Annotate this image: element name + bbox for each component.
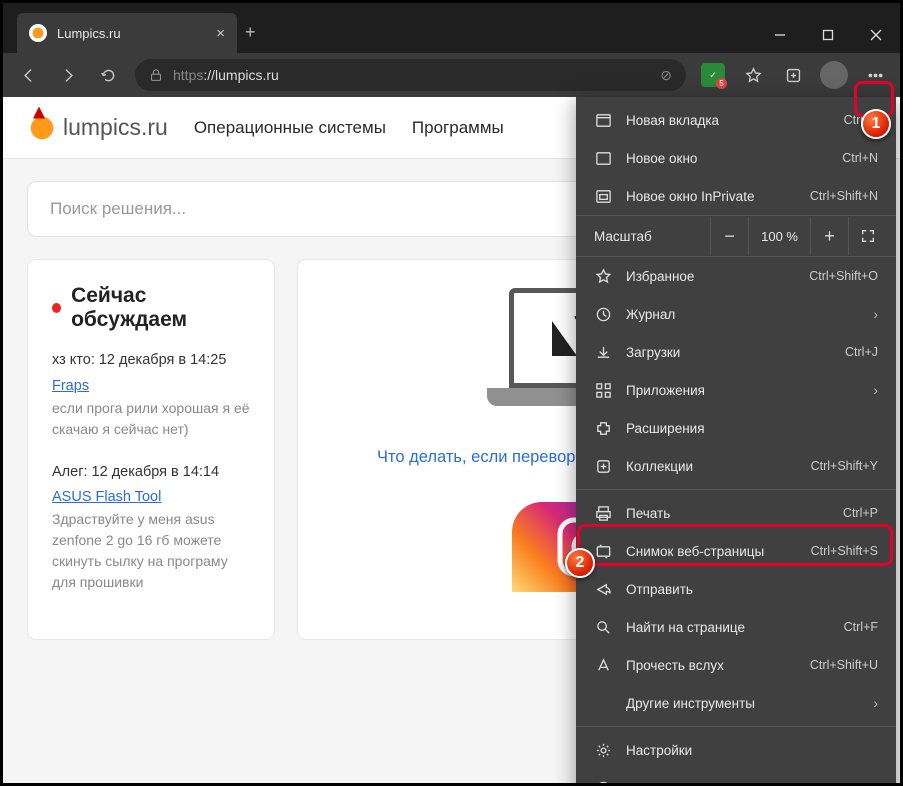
- post-body: если прога рили хорошая я её скачаю я се…: [52, 398, 250, 440]
- menu-find[interactable]: Найти на странице Ctrl+F: [576, 608, 896, 646]
- apps-icon: [594, 381, 612, 399]
- extension-shield[interactable]: ✓: [694, 57, 732, 93]
- minimize-button[interactable]: [756, 17, 804, 53]
- menu-new-tab[interactable]: Новая вкладка Ctrl+T: [576, 101, 896, 139]
- titlebar: Lumpics.ru × +: [3, 3, 900, 53]
- annotation-badge-2: 2: [565, 548, 595, 578]
- star-icon: [594, 267, 612, 285]
- menu-zoom: Масштаб − 100 % +: [576, 215, 896, 257]
- profile-icon[interactable]: [820, 61, 848, 89]
- close-tab-icon[interactable]: ×: [216, 25, 225, 42]
- nav-os[interactable]: Операционные системы: [194, 118, 386, 138]
- menu-read-aloud[interactable]: Прочесть вслух Ctrl+Shift+U: [576, 646, 896, 684]
- annotation-highlight-2: [577, 524, 893, 566]
- menu-apps[interactable]: Приложения ›: [576, 371, 896, 409]
- menu-more-tools[interactable]: Другие инструменты ›: [576, 684, 896, 722]
- fullscreen-button[interactable]: [848, 217, 886, 255]
- refresh-button[interactable]: [89, 57, 127, 93]
- post-meta: хз кто: 12 декабря в 14:25: [52, 350, 250, 372]
- browser-menu: Новая вкладка Ctrl+T Новое окно Ctrl+N Н…: [576, 97, 896, 786]
- menu-settings[interactable]: Настройки: [576, 731, 896, 769]
- forward-button[interactable]: [49, 57, 87, 93]
- inprivate-icon: [594, 187, 612, 205]
- menu-downloads[interactable]: Загрузки Ctrl+J: [576, 333, 896, 371]
- menu-new-window[interactable]: Новое окно Ctrl+N: [576, 139, 896, 177]
- close-window-button[interactable]: [852, 17, 900, 53]
- reader-icon[interactable]: ⊘: [660, 67, 672, 84]
- favorites-button[interactable]: [734, 57, 772, 93]
- maximize-button[interactable]: [804, 17, 852, 53]
- download-icon: [594, 343, 612, 361]
- collections-button[interactable]: [774, 57, 812, 93]
- new-tab-icon: [594, 111, 612, 129]
- read-aloud-icon: [594, 656, 612, 674]
- nav-programs[interactable]: Программы: [412, 118, 504, 138]
- post-link[interactable]: ASUS Flash Tool: [52, 489, 161, 505]
- url-scheme: https: [173, 67, 203, 83]
- site-logo[interactable]: lumpics.ru: [27, 113, 168, 143]
- history-icon: [594, 305, 612, 323]
- discuss-heading: Сейчас обсуждаем: [52, 284, 250, 332]
- gear-icon: [594, 741, 612, 759]
- favicon-icon: [29, 24, 47, 42]
- live-dot-icon: [52, 303, 61, 313]
- chevron-right-icon: ›: [873, 780, 878, 786]
- menu-favorites[interactable]: Избранное Ctrl+Shift+O: [576, 257, 896, 295]
- discussion-post: хз кто: 12 декабря в 14:25 Fraps если пр…: [52, 350, 250, 440]
- menu-extensions[interactable]: Расширения: [576, 409, 896, 447]
- collections-icon: [594, 457, 612, 475]
- post-meta: Алег: 12 декабря в 14:14: [52, 462, 250, 484]
- url-text: ://lumpics.ru: [203, 67, 278, 83]
- toolbar: https://lumpics.ru ⊘ ✓: [3, 53, 900, 97]
- menu-history[interactable]: Журнал ›: [576, 295, 896, 333]
- search-icon: [594, 618, 612, 636]
- lock-icon: [149, 68, 163, 82]
- zoom-in-button[interactable]: +: [810, 217, 848, 255]
- post-body: Здраствуйте у меня asus zenfone 2 go 16 …: [52, 509, 250, 593]
- tab-title: Lumpics.ru: [57, 26, 121, 41]
- browser-tab[interactable]: Lumpics.ru ×: [17, 13, 237, 53]
- new-tab-button[interactable]: +: [245, 22, 256, 43]
- address-bar[interactable]: https://lumpics.ru ⊘: [135, 59, 686, 91]
- discussion-post: Алег: 12 декабря в 14:14 ASUS Flash Tool…: [52, 462, 250, 594]
- menu-share[interactable]: Отправить: [576, 570, 896, 608]
- logo-icon: [27, 113, 57, 143]
- print-icon: [594, 504, 612, 522]
- menu-collections[interactable]: Коллекции Ctrl+Shift+Y: [576, 447, 896, 485]
- zoom-value: 100 %: [748, 217, 810, 255]
- discussion-card: Сейчас обсуждаем хз кто: 12 декабря в 14…: [27, 259, 275, 640]
- zoom-out-button[interactable]: −: [710, 217, 748, 255]
- post-link[interactable]: Fraps: [52, 378, 89, 394]
- menu-help[interactable]: Справка и отзывы ›: [576, 769, 896, 786]
- chevron-right-icon: ›: [873, 382, 878, 398]
- back-button[interactable]: [9, 57, 47, 93]
- logo-text: lumpics.ru: [63, 114, 168, 141]
- menu-inprivate[interactable]: Новое окно InPrivate Ctrl+Shift+N: [576, 177, 896, 215]
- chevron-right-icon: ›: [873, 306, 878, 322]
- new-window-icon: [594, 149, 612, 167]
- share-icon: [594, 580, 612, 598]
- help-icon: [594, 779, 612, 786]
- extensions-icon: [594, 419, 612, 437]
- chevron-right-icon: ›: [873, 695, 878, 711]
- annotation-badge-1: 1: [861, 109, 891, 139]
